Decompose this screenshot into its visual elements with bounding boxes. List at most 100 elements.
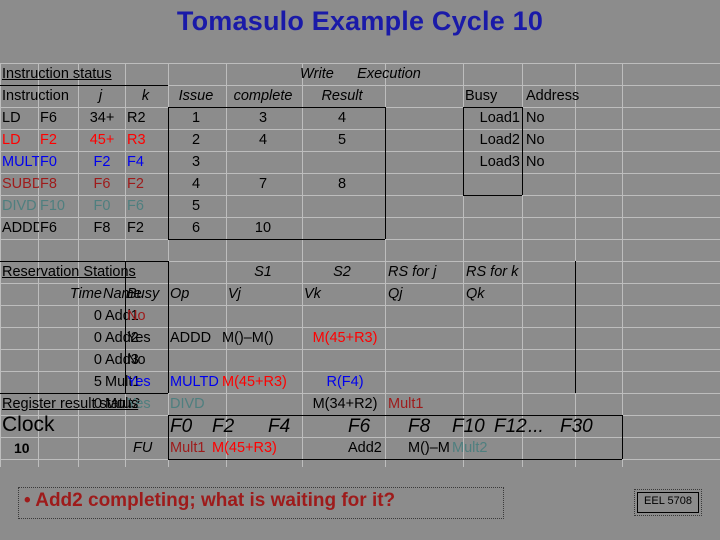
instr-row-result[interactable]: 4 <box>302 109 382 128</box>
border-instr-top <box>168 107 385 108</box>
register-header-F30: F30 <box>560 417 593 436</box>
grid-hline-12 <box>0 327 720 328</box>
instr-row-issue[interactable]: 2 <box>168 131 224 150</box>
register-value[interactable]: M(45+R3) <box>212 439 296 458</box>
grid-hline-17 <box>0 437 720 438</box>
load-buffer-busy[interactable]: No <box>526 109 574 128</box>
header-complete: complete <box>233 88 293 104</box>
rs-row-vk[interactable]: M(45+R3) <box>304 329 386 348</box>
rs-row-qj[interactable]: Mult1 <box>388 395 462 414</box>
spreadsheet-grid[interactable]: Instruction status Execution Write Instruct… <box>0 63 720 467</box>
instr-row-k[interactable]: F2 <box>127 219 167 238</box>
instr-row-j2[interactable]: 34+ <box>80 109 124 128</box>
page-title: Tomasulo Example Cycle 10 <box>176 6 544 36</box>
instr-row-op[interactable]: DIVD <box>2 197 39 216</box>
load-buffer-busy[interactable]: No <box>526 153 574 172</box>
instr-row-issue[interactable]: 1 <box>168 109 224 128</box>
border-rsk-right <box>575 261 576 393</box>
instr-row-k[interactable]: F2 <box>127 175 167 194</box>
rs-row-op[interactable]: MULTD <box>170 373 220 392</box>
rs-row-time[interactable]: 0 <box>62 307 102 326</box>
header-rs-for-j: RS for j <box>388 264 437 280</box>
instr-row-op[interactable]: LD <box>2 109 39 128</box>
instr-row-j[interactable]: F8 <box>40 175 77 194</box>
header-result: Result <box>321 88 363 104</box>
rs-row-op[interactable]: ADDD <box>170 329 220 348</box>
border-load-top <box>463 107 522 108</box>
instr-row-issue[interactable]: 6 <box>168 219 224 238</box>
register-header-F8: F8 <box>408 417 431 436</box>
instr-row-complete[interactable]: 7 <box>226 175 300 194</box>
rs-row-busy[interactable]: Yes <box>127 373 167 392</box>
rs-row-vj[interactable]: M(45+R3) <box>222 373 302 392</box>
instr-row-j2[interactable]: F8 <box>80 219 124 238</box>
rs-row-time[interactable]: 0 <box>62 329 102 348</box>
instr-row-j[interactable]: F0 <box>40 153 77 172</box>
border-fu-left <box>168 415 169 459</box>
instruction-status-label: Instruction status <box>2 66 112 82</box>
instr-row-j2[interactable]: F6 <box>80 175 124 194</box>
header-time: Time <box>69 286 102 302</box>
instr-row-complete[interactable]: 10 <box>226 219 300 238</box>
instr-row-result[interactable]: 5 <box>302 131 382 150</box>
instr-row-op[interactable]: ADDD <box>2 219 39 238</box>
load-buffer-name[interactable]: Load3 <box>463 153 520 172</box>
grid-hline-4 <box>0 151 720 152</box>
register-value[interactable]: Add2 <box>348 439 414 458</box>
instr-row-k[interactable]: R3 <box>127 131 167 150</box>
instr-row-j[interactable]: F10 <box>40 197 77 216</box>
instr-row-k[interactable]: F4 <box>127 153 167 172</box>
border-instrstatus-underline <box>0 85 168 86</box>
instr-row-k[interactable]: F6 <box>127 197 167 216</box>
instr-row-result[interactable]: 8 <box>302 175 382 194</box>
clock-value[interactable]: 10 <box>14 439 74 458</box>
register-header-F6: F6 <box>348 417 371 436</box>
rs-row-time[interactable]: 0 <box>62 351 102 370</box>
grid-hline-11 <box>0 305 720 306</box>
instr-row-op[interactable]: MULTD <box>2 153 39 172</box>
course-badge-label: EEL 5708 <box>644 495 692 507</box>
border-load-right <box>522 107 523 195</box>
instr-row-complete[interactable]: 4 <box>226 131 300 150</box>
instr-row-complete[interactable]: 3 <box>226 109 300 128</box>
header-op: Op <box>170 286 190 302</box>
header-write: Write <box>300 66 334 82</box>
register-value[interactable]: Mult1 <box>170 439 218 458</box>
register-value[interactable]: Mult2 <box>452 439 500 458</box>
load-buffer-name[interactable]: Load2 <box>463 131 520 150</box>
grid-hline-3 <box>0 129 720 130</box>
border-load-bottom <box>463 195 522 196</box>
rs-row-busy[interactable]: No <box>127 307 167 326</box>
header-busy: Busy <box>465 88 498 104</box>
load-buffer-name[interactable]: Load1 <box>463 109 520 128</box>
instr-row-op[interactable]: SUBD <box>2 175 39 194</box>
rs-row-time[interactable]: 5 <box>62 373 102 392</box>
register-result-status-label: Register result status <box>2 396 139 412</box>
instr-row-j2[interactable]: 45+ <box>80 131 124 150</box>
border-rrs-underline <box>0 393 168 394</box>
instr-row-k[interactable]: R2 <box>127 109 167 128</box>
instr-row-j2[interactable]: F2 <box>80 153 124 172</box>
instr-row-j[interactable]: F6 <box>40 219 77 238</box>
slide-root: Tomasulo Example Cycle 10 Instruction st… <box>0 0 720 540</box>
instr-row-j[interactable]: F6 <box>40 109 77 128</box>
instr-row-issue[interactable]: 3 <box>168 153 224 172</box>
rs-row-vj[interactable]: M()–M() <box>222 329 302 348</box>
instr-row-op[interactable]: LD <box>2 131 39 150</box>
instr-row-issue[interactable]: 4 <box>168 175 224 194</box>
rs-row-op[interactable]: DIVD <box>170 395 220 414</box>
header-rs-for-k: RS for k <box>466 264 519 280</box>
rs-row-vk[interactable]: M(34+R2) <box>304 395 386 414</box>
rs-row-busy[interactable]: Yes <box>127 329 167 348</box>
rs-row-vk[interactable]: R(F4) <box>304 373 386 392</box>
rs-row-busy[interactable]: No <box>127 351 167 370</box>
load-buffer-busy[interactable]: No <box>526 131 574 150</box>
border-instr-right <box>385 107 386 239</box>
reservation-stations-label: Reservation Stations <box>2 264 136 280</box>
register-value[interactable]: M()–M <box>408 439 458 458</box>
instr-row-j2[interactable]: F0 <box>80 197 124 216</box>
instr-row-issue[interactable]: 5 <box>168 197 224 216</box>
register-header-F4: F4 <box>268 417 291 436</box>
instr-row-j[interactable]: F2 <box>40 131 77 150</box>
border-fu-bottom <box>168 459 622 460</box>
